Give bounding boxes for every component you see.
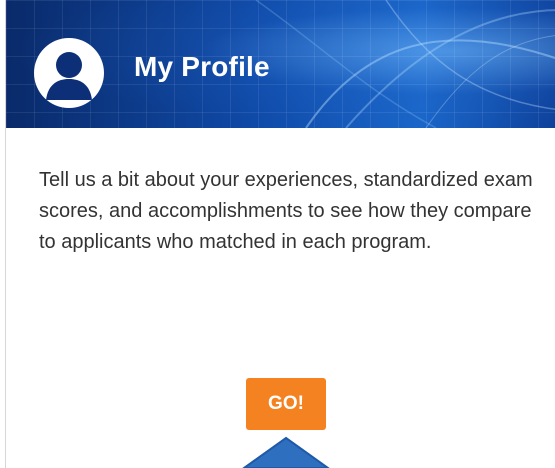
user-avatar-icon [34,38,104,108]
profile-card-header: My Profile [6,0,555,128]
profile-card: My Profile Tell us a bit about your expe… [5,0,555,468]
profile-title: My Profile [134,51,270,82]
go-button[interactable]: GO! [246,378,326,430]
up-arrow-pointer-icon [242,436,330,468]
profile-description: Tell us a bit about your experiences, st… [39,169,533,253]
